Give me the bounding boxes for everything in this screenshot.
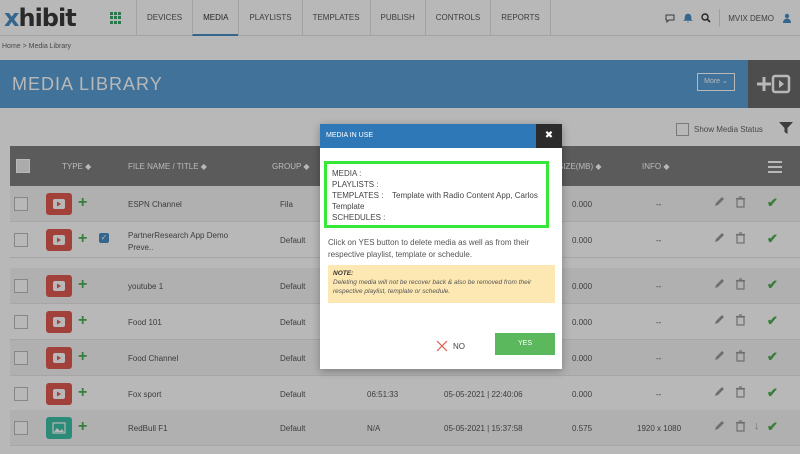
- note-box: NOTE: Deleting media will not be recover…: [328, 265, 555, 303]
- close-icon[interactable]: ✖: [536, 124, 562, 148]
- x-icon: [436, 340, 448, 352]
- note-text: Deleting media will not be recover back …: [333, 279, 532, 295]
- dialog-title: MEDIA IN USE: [320, 124, 562, 148]
- no-button[interactable]: NO: [436, 340, 465, 352]
- templates-line: TEMPLATES : Template with Radio Content A…: [332, 191, 538, 211]
- yes-button[interactable]: YES: [495, 333, 555, 355]
- playlists-line: PLAYLISTS :: [332, 180, 379, 189]
- delete-message: Click on YES button to delete media as w…: [328, 238, 530, 259]
- media-line: MEDIA :: [332, 169, 362, 178]
- usage-info-box: MEDIA : PLAYLISTS : TEMPLATES : Template …: [324, 161, 549, 228]
- note-title: NOTE:: [333, 270, 354, 277]
- schedules-line: SCHEDULES :: [332, 213, 386, 222]
- media-in-use-dialog: MEDIA IN USE ✖ MEDIA : PLAYLISTS : TEMPL…: [320, 124, 562, 369]
